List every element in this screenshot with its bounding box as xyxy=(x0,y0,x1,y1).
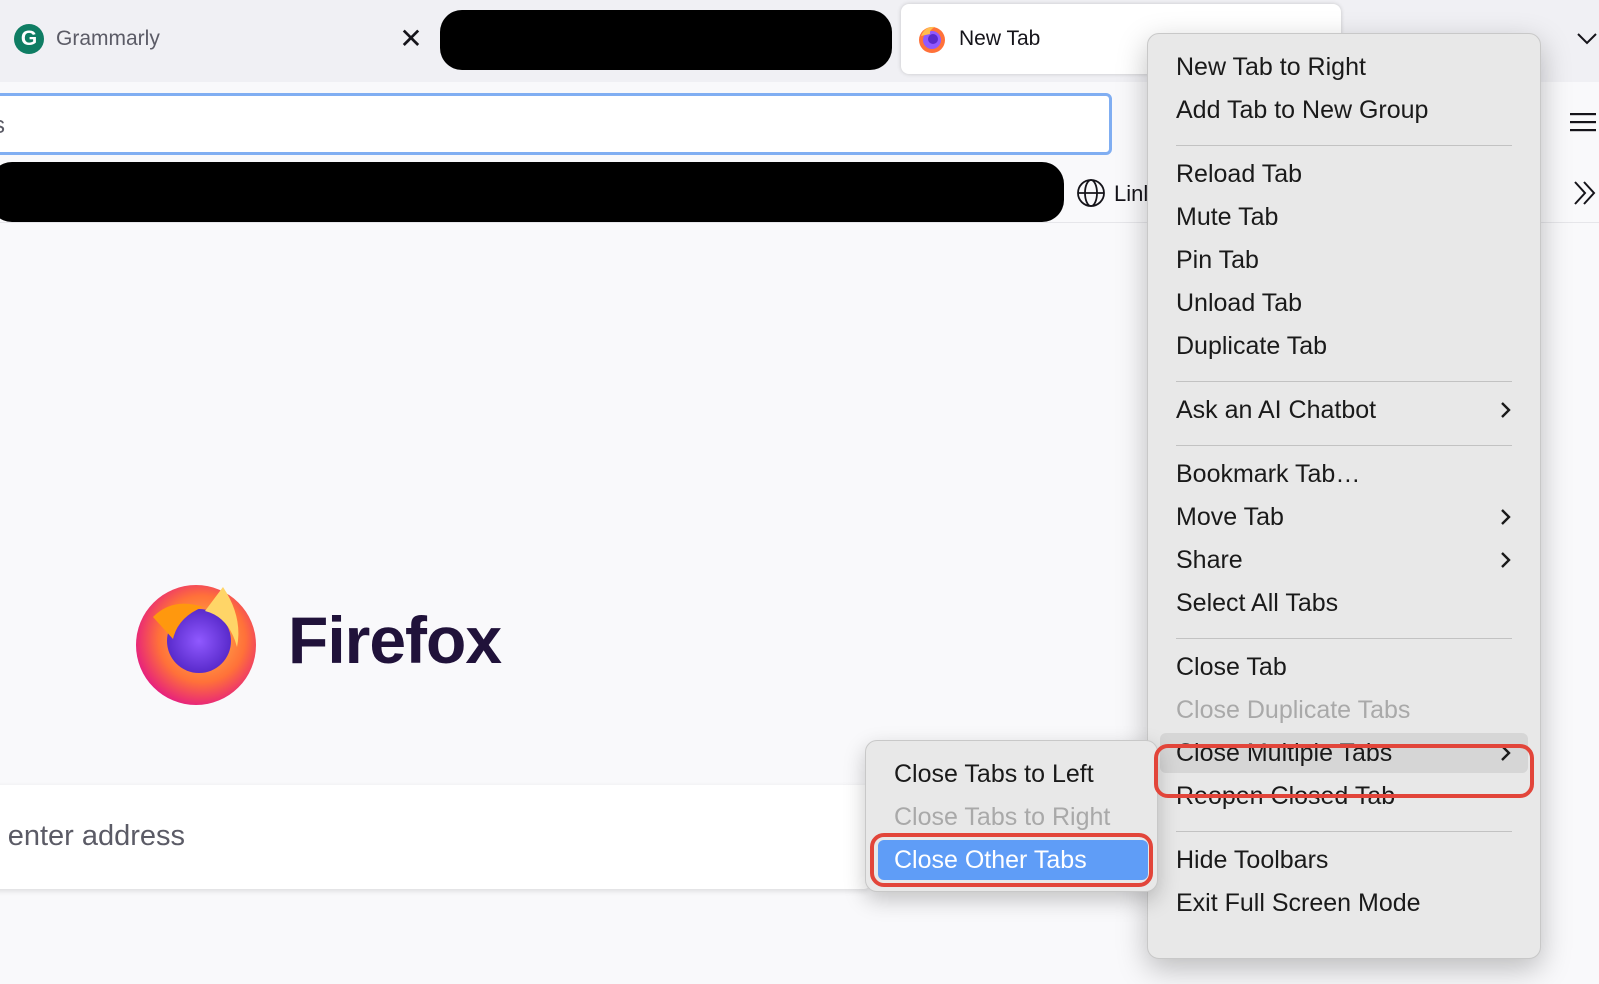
menu-item-label: Close Duplicate Tabs xyxy=(1176,696,1411,724)
menu-item-bookmark-tab[interactable]: Bookmark Tab… xyxy=(1160,454,1528,494)
menu-separator xyxy=(1176,831,1512,832)
tab-grammarly[interactable]: G Grammarly ✕ xyxy=(0,4,425,74)
menu-item-close-tab[interactable]: Close Tab xyxy=(1160,647,1528,687)
menu-item-move-tab[interactable]: Move Tab xyxy=(1160,497,1528,537)
menu-item-close-multiple-tabs[interactable]: Close Multiple Tabs xyxy=(1160,733,1528,773)
menu-item-exit-full-screen-mode[interactable]: Exit Full Screen Mode xyxy=(1160,883,1528,923)
grammarly-icon: G xyxy=(14,24,44,54)
chevron-right-icon xyxy=(1501,509,1511,525)
menu-separator xyxy=(1176,638,1512,639)
menu-item-label: Add Tab to New Group xyxy=(1176,96,1429,124)
menu-item-label: Hide Toolbars xyxy=(1176,846,1329,874)
menu-item-share[interactable]: Share xyxy=(1160,540,1528,580)
menu-item-label: Exit Full Screen Mode xyxy=(1176,889,1421,917)
menu-item-label: Mute Tab xyxy=(1176,203,1279,231)
menu-item-select-all-tabs[interactable]: Select All Tabs xyxy=(1160,583,1528,623)
menu-item-pin-tab[interactable]: Pin Tab xyxy=(1160,240,1528,280)
menu-item-reopen-closed-tab[interactable]: Reopen Closed Tab xyxy=(1160,776,1528,816)
menu-item-label: Share xyxy=(1176,546,1243,574)
bookmark-redacted[interactable] xyxy=(0,162,1064,222)
menu-separator xyxy=(1176,445,1512,446)
submenu-item-close-tabs-to-left[interactable]: Close Tabs to Left xyxy=(878,754,1148,794)
menu-item-label: Close Other Tabs xyxy=(894,846,1087,874)
submenu-item-close-other-tabs[interactable]: Close Other Tabs xyxy=(878,840,1148,880)
menu-item-label: Select All Tabs xyxy=(1176,589,1339,617)
menu-item-label: Ask an AI Chatbot xyxy=(1176,396,1377,424)
menu-item-ask-an-ai-chatbot[interactable]: Ask an AI Chatbot xyxy=(1160,390,1528,430)
tab-redacted[interactable] xyxy=(440,10,892,70)
firefox-wordmark: Firefox xyxy=(288,603,502,677)
menu-item-label: Close Tabs to Left xyxy=(894,760,1094,788)
menu-item-new-tab-to-right[interactable]: New Tab to Right xyxy=(1160,47,1528,87)
search-input[interactable]: r enter address xyxy=(0,785,870,889)
menu-item-label: Close Tab xyxy=(1176,653,1287,681)
chevron-down-icon[interactable] xyxy=(1575,26,1599,50)
firefox-icon xyxy=(919,26,945,53)
menu-item-label: New Tab to Right xyxy=(1176,53,1366,81)
menu-item-reload-tab[interactable]: Reload Tab xyxy=(1160,154,1528,194)
menu-item-label: Unload Tab xyxy=(1176,289,1303,317)
chevron-double-right-icon[interactable] xyxy=(1572,178,1598,208)
menu-item-mute-tab[interactable]: Mute Tab xyxy=(1160,197,1528,237)
menu-separator xyxy=(1176,145,1512,146)
chevron-right-icon xyxy=(1501,745,1511,761)
chevron-right-icon xyxy=(1501,552,1511,568)
menu-separator xyxy=(1176,381,1512,382)
search-placeholder: r enter address xyxy=(0,820,186,852)
tab-context-menu: New Tab to Right Add Tab to New Group Re… xyxy=(1147,33,1541,959)
menu-item-label: Close Multiple Tabs xyxy=(1176,739,1393,767)
tab-title: New Tab xyxy=(959,27,1041,50)
chevron-right-icon xyxy=(1501,402,1511,418)
menu-item-label: Duplicate Tab xyxy=(1176,332,1328,360)
menu-item-label: Reopen Closed Tab xyxy=(1176,782,1396,810)
menu-item-add-tab-to-new-group[interactable]: Add Tab to New Group xyxy=(1160,90,1528,130)
menu-item-label: Bookmark Tab… xyxy=(1176,460,1361,488)
menu-item-hide-toolbars[interactable]: Hide Toolbars xyxy=(1160,840,1528,880)
submenu-item-close-tabs-to-right: Close Tabs to Right xyxy=(878,797,1148,837)
close-multiple-tabs-submenu: Close Tabs to Left Close Tabs to Right C… xyxy=(865,740,1158,892)
bookmark-label[interactable]: Linl xyxy=(1114,181,1148,207)
menu-item-label: Close Tabs to Right xyxy=(894,803,1111,831)
menu-item-unload-tab[interactable]: Unload Tab xyxy=(1160,283,1528,323)
tab-title: Grammarly xyxy=(56,27,160,50)
menu-item-label: Reload Tab xyxy=(1176,160,1303,188)
menu-item-label: Pin Tab xyxy=(1176,246,1259,274)
close-tab-icon[interactable]: ✕ xyxy=(396,24,426,54)
menu-item-duplicate-tab[interactable]: Duplicate Tab xyxy=(1160,326,1528,366)
menu-item-label: Move Tab xyxy=(1176,503,1284,531)
firefox-logo-icon xyxy=(136,585,256,705)
menu-item-close-duplicate-tabs: Close Duplicate Tabs xyxy=(1160,690,1528,730)
globe-icon xyxy=(1077,179,1105,207)
address-bar[interactable]: s xyxy=(0,93,1112,155)
address-bar-text: s xyxy=(0,112,5,140)
hamburger-menu-icon[interactable] xyxy=(1570,110,1596,134)
